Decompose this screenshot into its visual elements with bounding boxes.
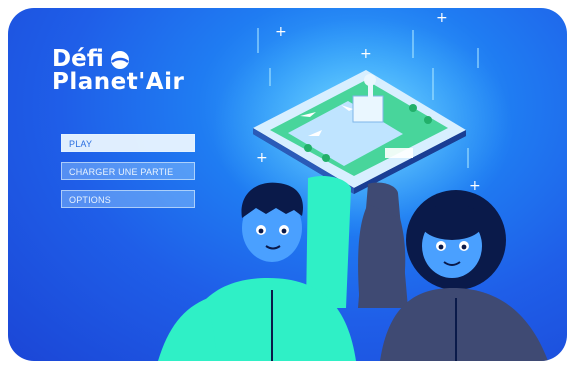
logo-title-line2: Planet'Air [52, 69, 185, 95]
main-menu: PLAY CHARGER UNE PARTIE OPTIONS [61, 134, 195, 218]
sparkle-icon: + [436, 10, 448, 26]
options-button[interactable]: OPTIONS [61, 190, 195, 208]
planet-logo-icon [110, 50, 129, 69]
sparkle-icon: + [469, 178, 481, 194]
sparkle-icon: + [360, 46, 372, 62]
game-screen: + + + + + Défi Planet'Air PLAY CHARGER U… [8, 8, 567, 361]
game-logo: Défi Planet'Air [52, 48, 184, 94]
load-game-button[interactable]: CHARGER UNE PARTIE [61, 162, 195, 180]
girl-character [358, 182, 548, 361]
sparkle-icon: + [275, 24, 287, 40]
logo-title-line1: Défi [52, 46, 104, 72]
play-button[interactable]: PLAY [61, 134, 195, 152]
sparkle-icon: + [256, 150, 268, 166]
